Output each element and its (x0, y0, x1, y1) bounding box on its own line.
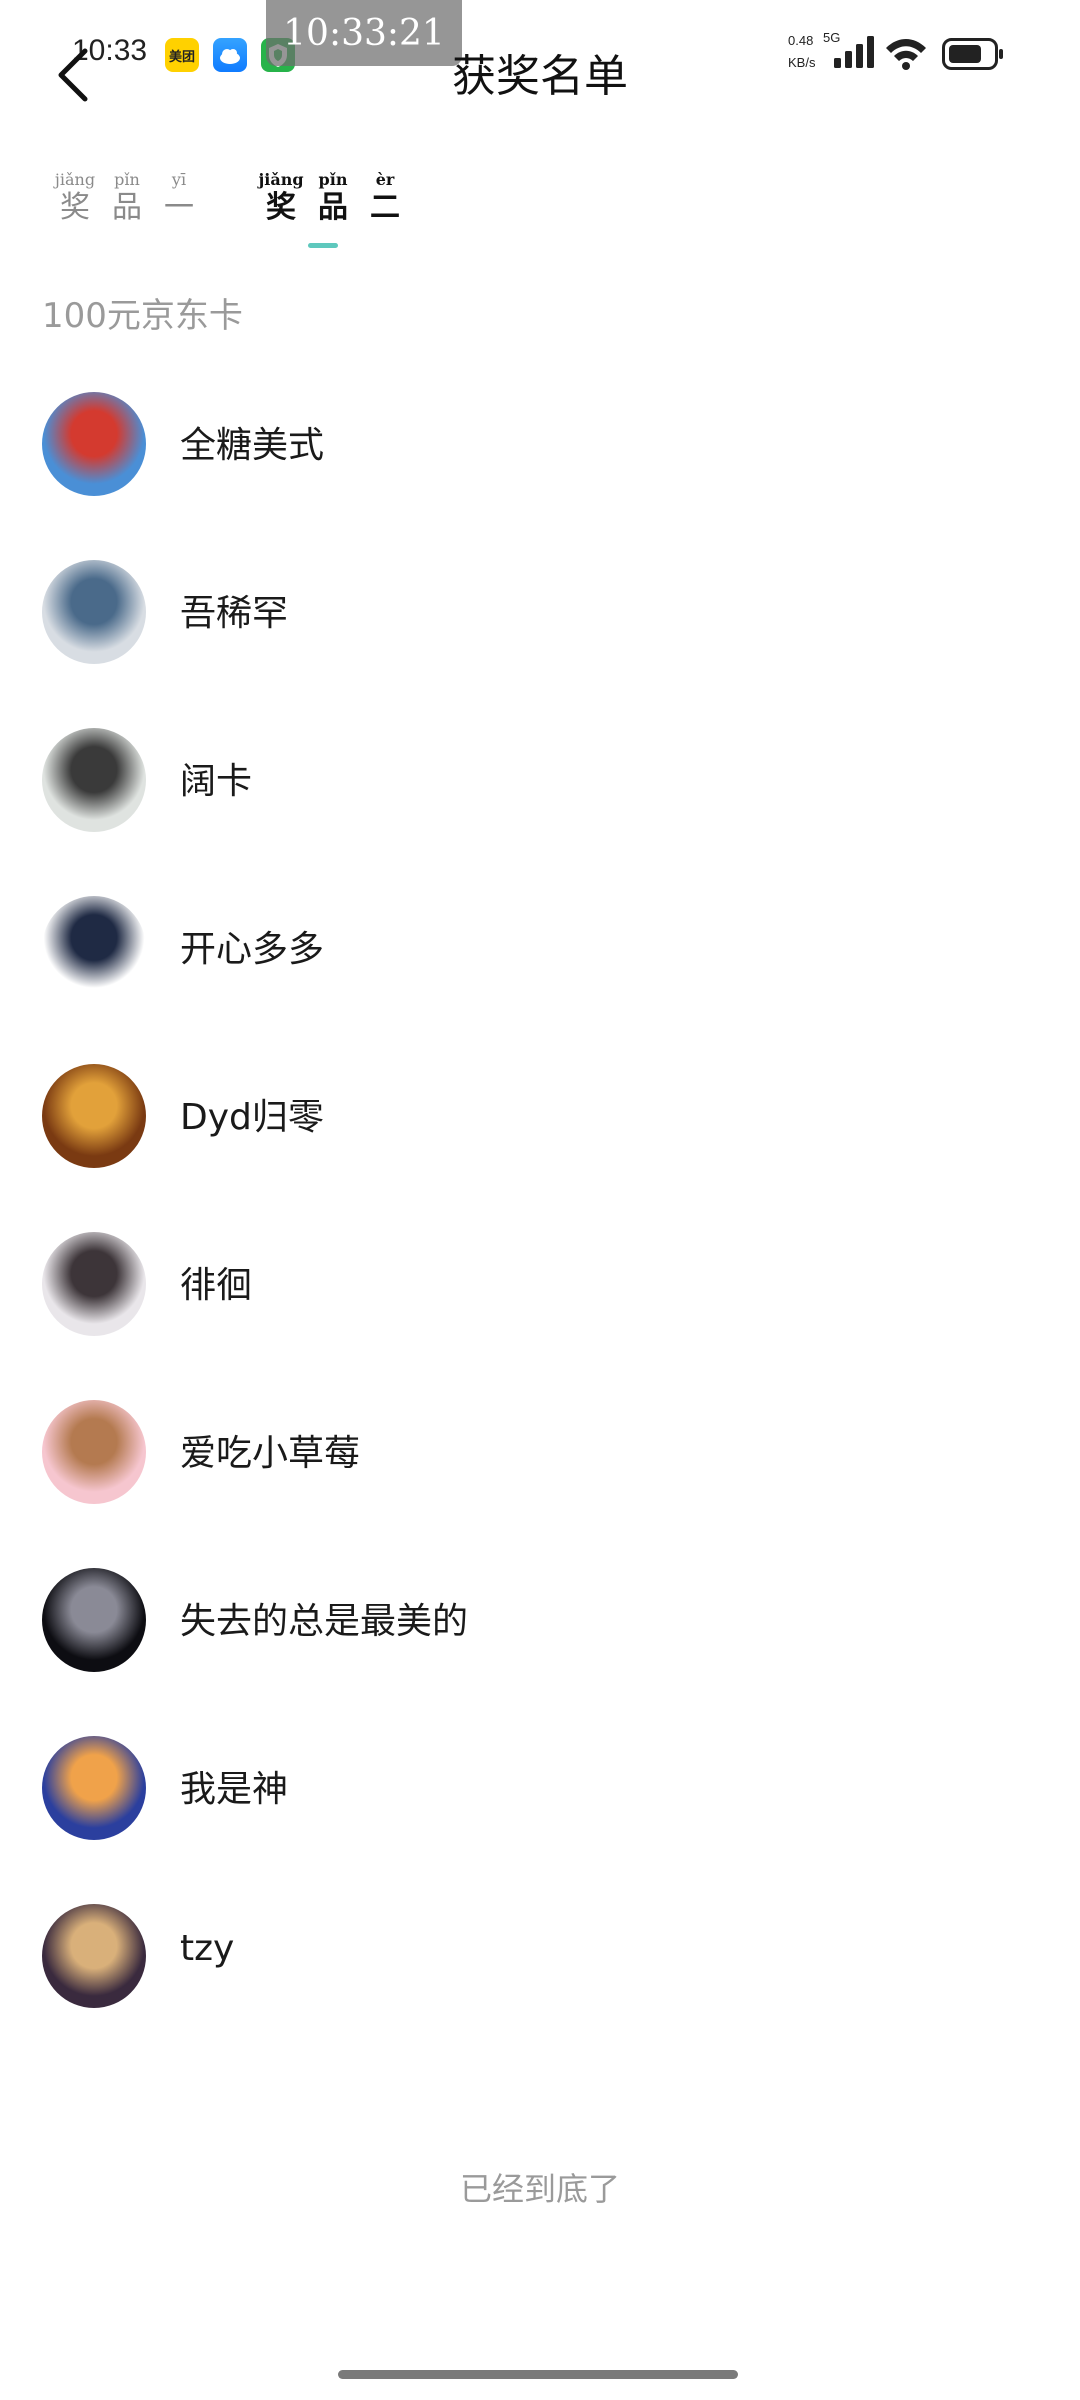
avatar[interactable] (42, 896, 146, 1000)
avatar[interactable] (42, 1736, 146, 1840)
avatar[interactable] (42, 392, 146, 496)
winner-row: 我是神 (0, 1732, 1080, 1900)
page-title: 获奖名单 (452, 51, 628, 102)
pinyin: pǐn (114, 170, 140, 189)
avatar[interactable] (42, 560, 146, 664)
avatar[interactable] (42, 1400, 146, 1504)
winner-row: 阔卡 (0, 724, 1080, 892)
winner-name: 阔卡 (180, 761, 253, 802)
winner-name: tzy (180, 1928, 235, 1969)
hanzi: 奖 (60, 190, 90, 225)
tab-char: jiǎng 奖 (54, 170, 96, 226)
hanzi: 品 (318, 190, 348, 225)
winner-row: Dyd归零 (0, 1060, 1080, 1228)
tab-prize-2[interactable]: jiǎng 奖 pǐn 品 èr 二 (258, 170, 402, 226)
winner-row: 爱吃小草莓 (0, 1396, 1080, 1564)
pinyin: èr (375, 170, 395, 189)
pinyin: jiǎng (54, 170, 96, 189)
tab-char: pǐn 品 (110, 170, 144, 226)
winner-row: 全糖美式 (0, 388, 1080, 556)
prize-heading: 100元京东卡 (42, 296, 243, 336)
avatar[interactable] (42, 1568, 146, 1672)
avatar[interactable] (42, 1904, 146, 2008)
winner-name: 徘徊 (180, 1265, 253, 1306)
hanzi: 品 (112, 190, 142, 225)
winner-name: 失去的总是最美的 (180, 1601, 469, 1642)
hanzi: 二 (370, 190, 400, 225)
winner-row: 开心多多 (0, 892, 1080, 1060)
pinyin: pǐn (318, 170, 348, 189)
avatar[interactable] (42, 1232, 146, 1336)
winner-row: 吾稀罕 (0, 556, 1080, 724)
tab-char: pǐn 品 (316, 170, 350, 226)
tab-char: yī 一 (162, 170, 196, 226)
pinyin: yī (171, 170, 187, 189)
pinyin: jiǎng (258, 170, 304, 189)
avatar[interactable] (42, 728, 146, 832)
winner-name: 我是神 (180, 1769, 289, 1810)
active-tab-indicator (308, 243, 338, 248)
tab-char: jiǎng 奖 (258, 170, 303, 226)
winner-row: tzy (0, 1900, 1080, 2068)
winner-name: Dyd归零 (180, 1097, 324, 1138)
hanzi: 奖 (266, 190, 296, 225)
winner-name: 全糖美式 (180, 425, 325, 466)
winner-name: 开心多多 (180, 929, 325, 970)
winner-name: 吾稀罕 (180, 593, 289, 634)
winner-name: 爱吃小草莓 (180, 1433, 361, 1474)
winner-list: 全糖美式 吾稀罕 阔卡 开心多多 Dyd归零 徘徊 爱吃小草莓 失去的总是最美的… (0, 388, 1080, 2068)
end-of-list-text: 已经到底了 (459, 2170, 620, 2208)
home-indicator[interactable] (338, 2370, 738, 2379)
hanzi: 一 (164, 190, 194, 225)
winner-row: 失去的总是最美的 (0, 1564, 1080, 1732)
avatar[interactable] (42, 1064, 146, 1168)
winner-row: 徘徊 (0, 1228, 1080, 1396)
tab-char: èr 二 (368, 170, 402, 226)
tab-prize-1[interactable]: jiǎng 奖 pǐn 品 yī 一 (54, 170, 196, 226)
